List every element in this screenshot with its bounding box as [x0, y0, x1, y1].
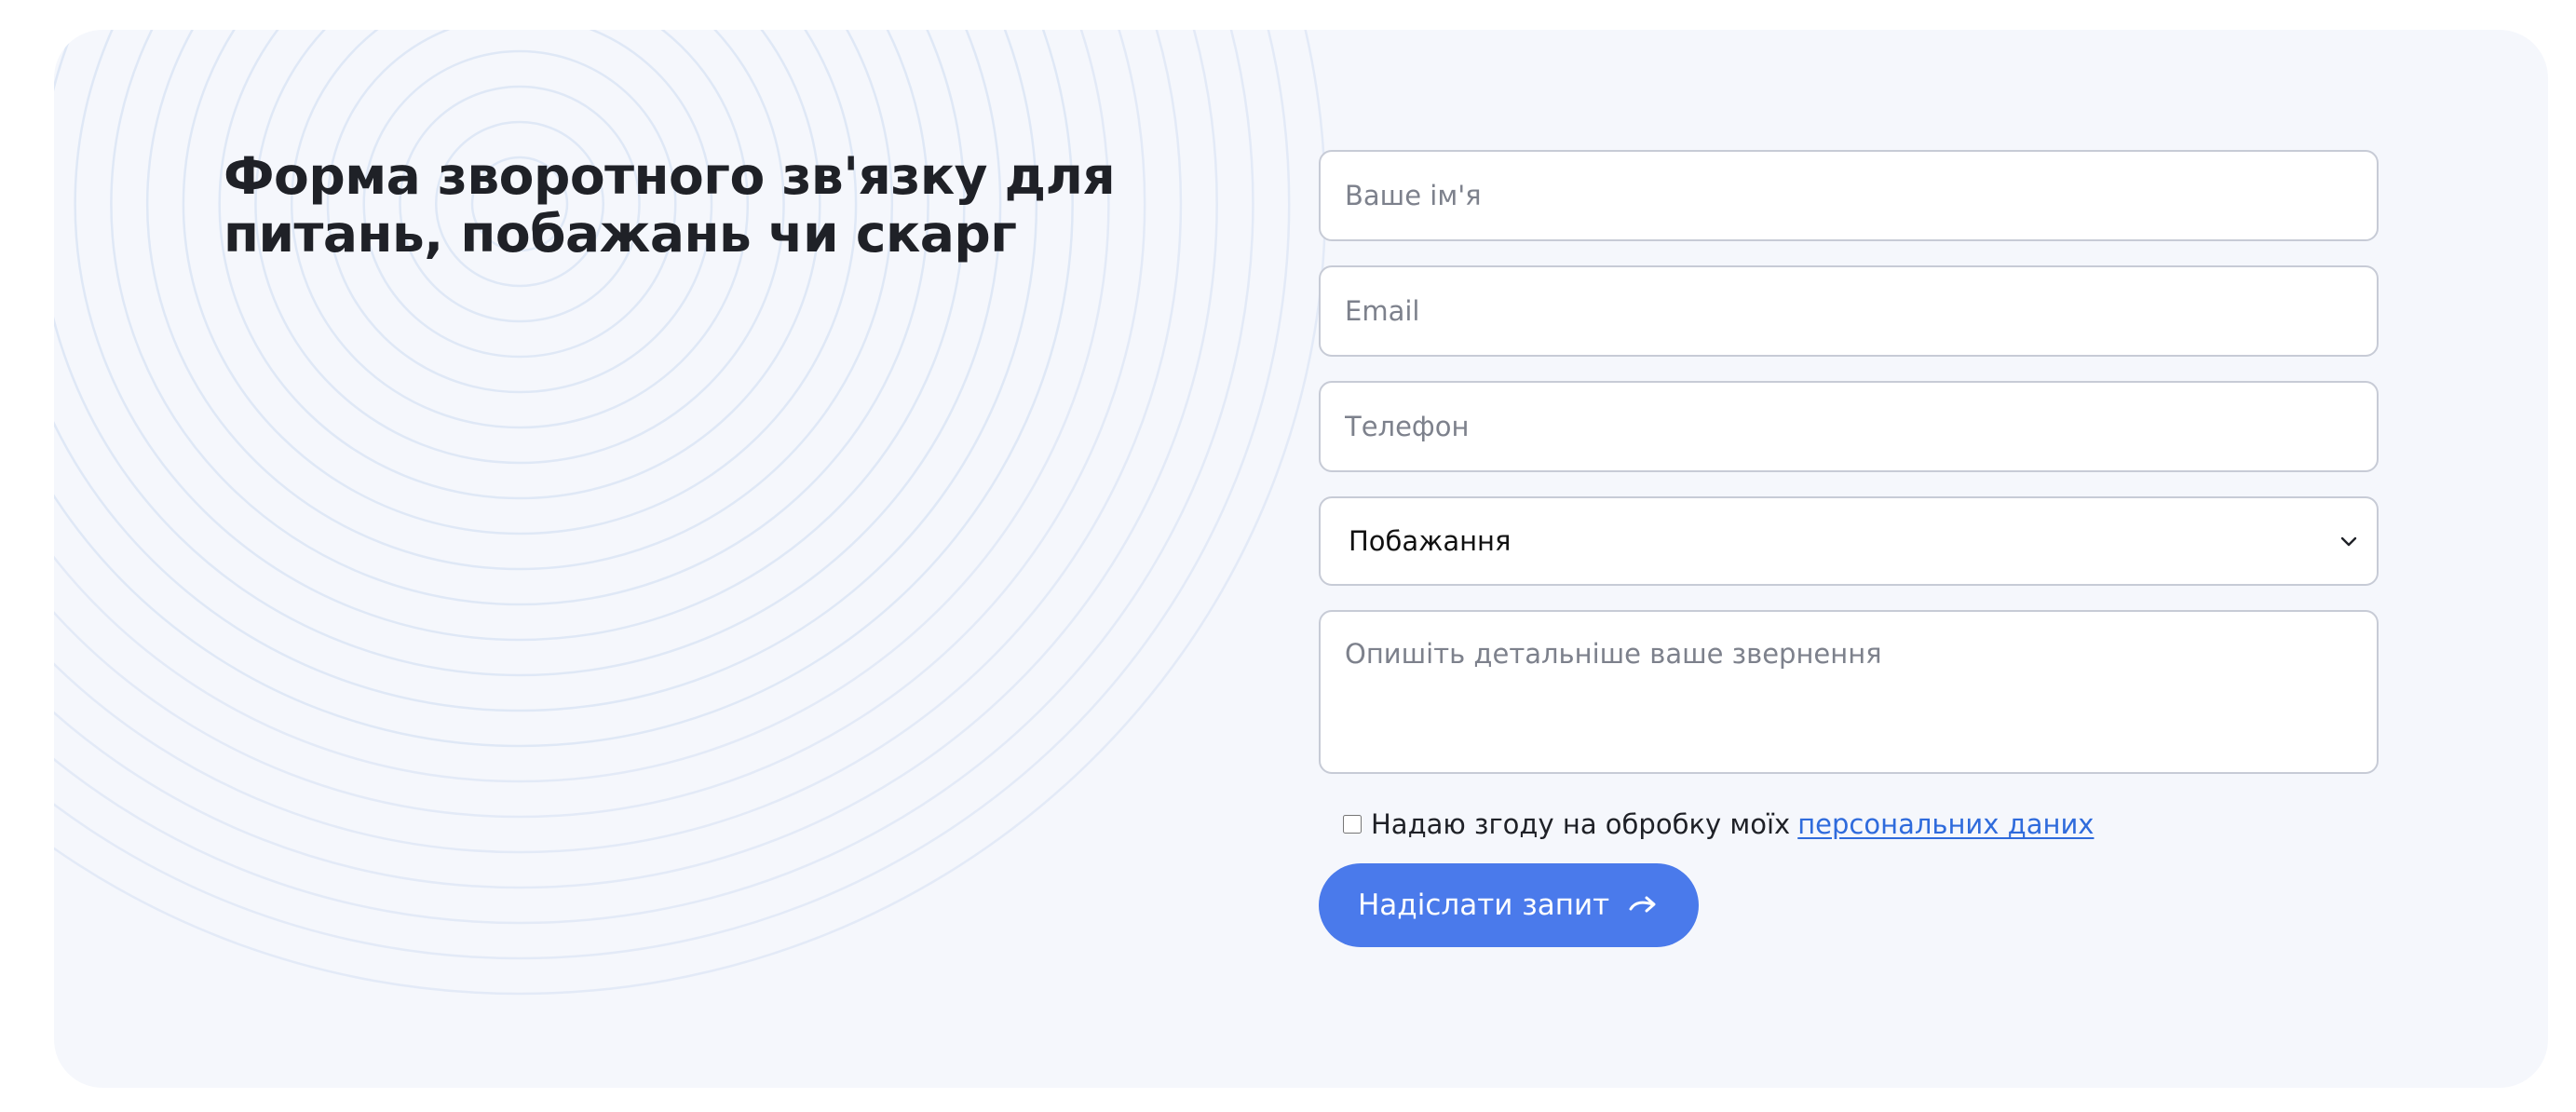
page-title: Форма зворотного зв'язку для питань, поб…: [224, 146, 1116, 264]
decorative-ring: [54, 30, 1110, 783]
decorative-ring: [182, 30, 858, 536]
name-input[interactable]: [1319, 150, 2379, 241]
message-textarea[interactable]: [1319, 610, 2379, 774]
decorative-ring: [54, 30, 1002, 677]
decorative-ring: [146, 30, 893, 571]
email-input[interactable]: [1319, 265, 2379, 357]
phone-input[interactable]: [1319, 381, 2379, 472]
consent-text: Надаю згоду на обробку моїх: [1371, 808, 1791, 840]
feedback-form: Побажання Надаю згоду на обробку моїх пе…: [1319, 150, 2379, 947]
arrow-right-icon: [1629, 896, 1656, 913]
submit-button-label: Надіслати запит: [1358, 888, 1610, 922]
consent-checkbox[interactable]: [1343, 815, 1362, 834]
feedback-card: Форма зворотного зв'язку для питань, поб…: [54, 30, 2548, 1088]
topic-select[interactable]: Побажання: [1319, 496, 2379, 586]
personal-data-link[interactable]: персональних даних: [1797, 808, 2094, 840]
consent-row: Надаю згоду на обробку моїх персональних…: [1343, 806, 2379, 843]
topic-select-wrapper: Побажання: [1319, 496, 2379, 586]
submit-button[interactable]: Надіслати запит: [1319, 863, 1700, 947]
